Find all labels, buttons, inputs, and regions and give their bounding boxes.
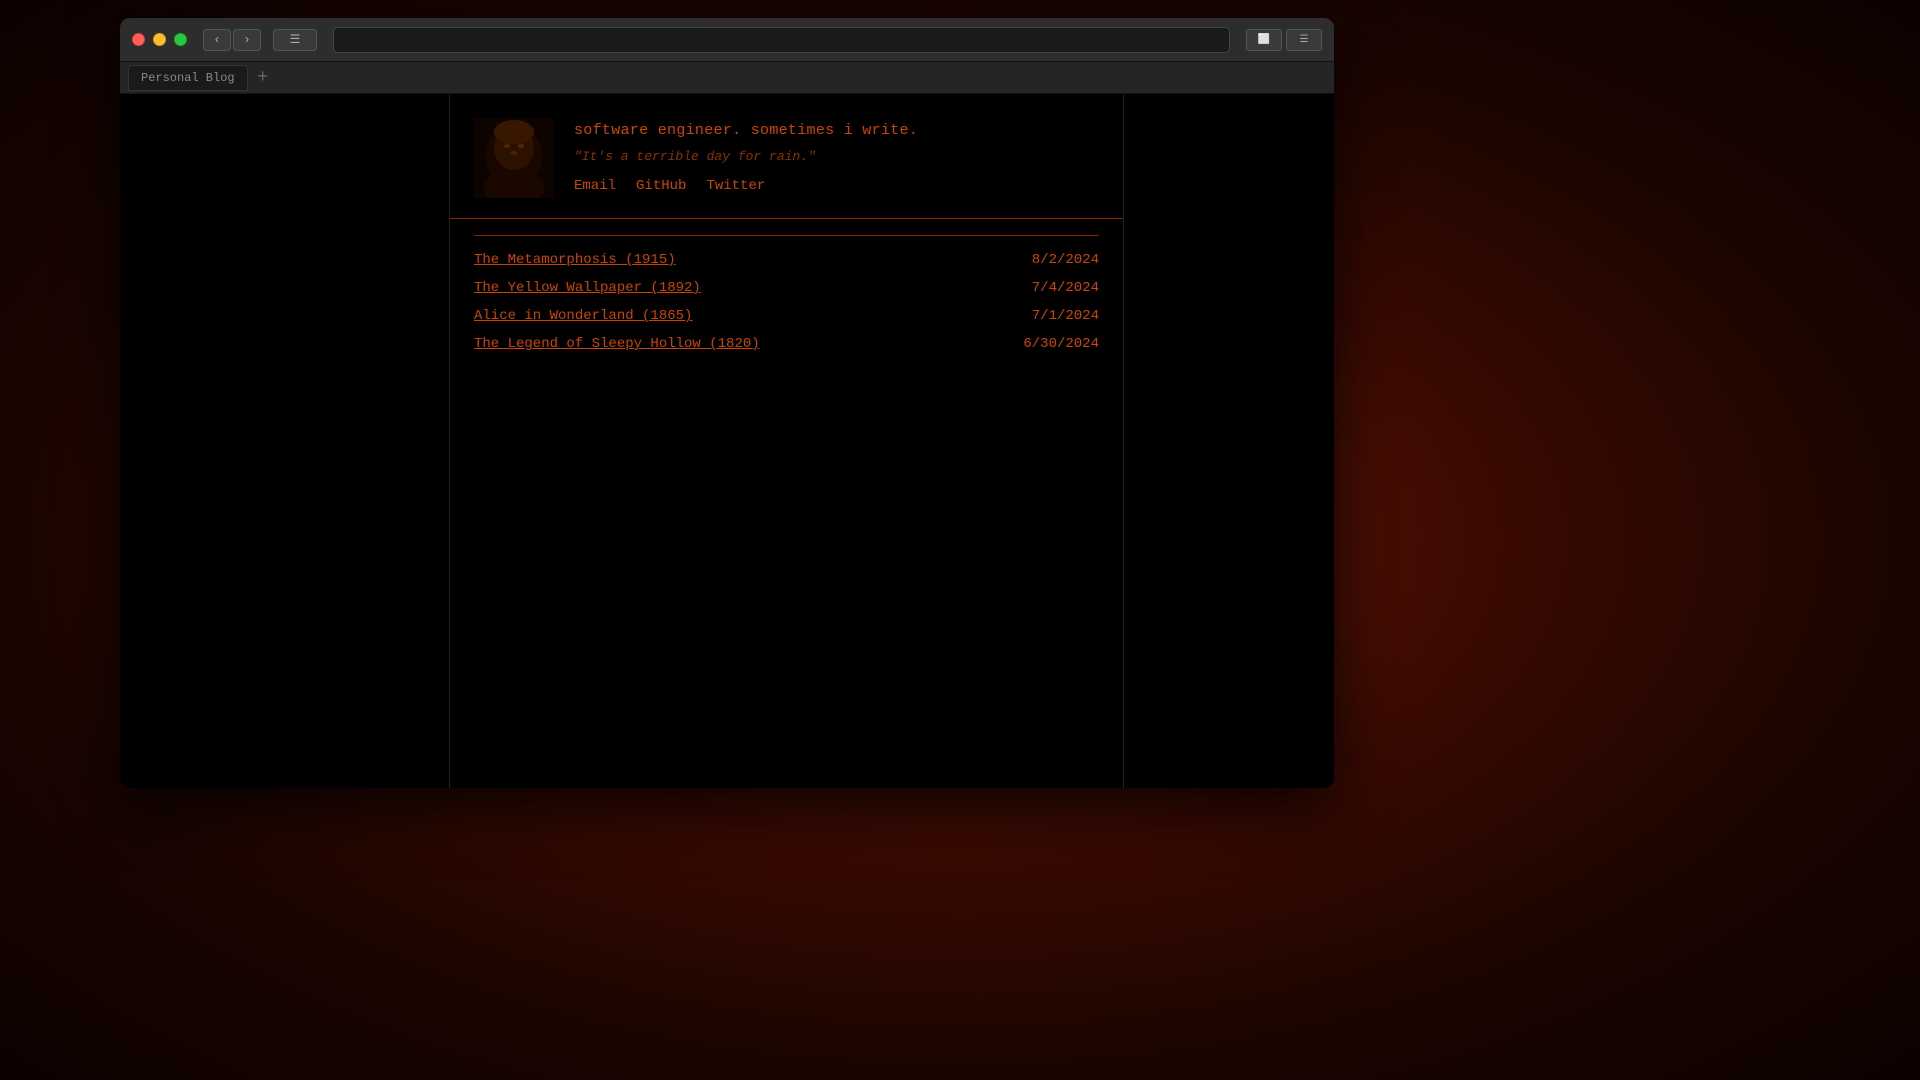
tab-bar: Personal Blog + [120, 62, 1334, 94]
nav-buttons: ‹ › [203, 29, 261, 51]
maximize-button[interactable] [174, 33, 187, 46]
share-button[interactable]: ⬜ [1246, 29, 1282, 51]
post-date-3: 6/30/2024 [1023, 336, 1099, 352]
forward-button[interactable]: › [233, 29, 261, 51]
forward-icon: › [243, 33, 250, 47]
posts-list: The Metamorphosis (1915) 8/2/2024 The Ye… [450, 219, 1123, 380]
divider [474, 235, 1099, 236]
post-item-0: The Metamorphosis (1915) 8/2/2024 [474, 252, 1099, 268]
twitter-link[interactable]: Twitter [706, 178, 765, 194]
post-item-3: The Legend of Sleepy Hollow (1820) 6/30/… [474, 336, 1099, 352]
main-panel: software engineer. sometimes i write. "I… [450, 94, 1124, 788]
post-date-1: 7/4/2024 [1032, 280, 1099, 296]
minimize-button[interactable] [153, 33, 166, 46]
right-sidebar [1124, 94, 1334, 788]
post-date-0: 8/2/2024 [1032, 252, 1099, 268]
window-controls: ⬜ ☰ [1246, 29, 1322, 51]
new-tab-button[interactable]: + [252, 67, 274, 89]
post-link-3[interactable]: The Legend of Sleepy Hollow (1820) [474, 336, 760, 352]
content-area: software engineer. sometimes i write. "I… [120, 94, 1334, 788]
social-links: Email GitHub Twitter [574, 178, 1099, 194]
active-tab[interactable]: Personal Blog [128, 65, 248, 91]
post-link-2[interactable]: Alice in Wonderland (1865) [474, 308, 692, 324]
tab-label: Personal Blog [141, 71, 235, 85]
quote: "It's a terrible day for rain." [574, 149, 1099, 164]
traffic-lights [132, 33, 187, 46]
avatar-image [474, 118, 554, 198]
left-sidebar [120, 94, 450, 788]
post-link-0[interactable]: The Metamorphosis (1915) [474, 252, 676, 268]
url-bar[interactable] [333, 27, 1230, 53]
sidebar-toggle[interactable]: ☰ [273, 29, 317, 51]
post-date-2: 7/1/2024 [1032, 308, 1099, 324]
email-link[interactable]: Email [574, 178, 616, 194]
menu-button[interactable]: ☰ [1286, 29, 1322, 51]
avatar [474, 118, 554, 198]
close-button[interactable] [132, 33, 145, 46]
post-link-1[interactable]: The Yellow Wallpaper (1892) [474, 280, 701, 296]
github-link[interactable]: GitHub [636, 178, 686, 194]
profile-header: software engineer. sometimes i write. "I… [450, 94, 1123, 219]
tagline: software engineer. sometimes i write. [574, 122, 1099, 139]
profile-info: software engineer. sometimes i write. "I… [574, 118, 1099, 194]
back-icon: ‹ [213, 33, 220, 47]
back-button[interactable]: ‹ [203, 29, 231, 51]
post-item-2: Alice in Wonderland (1865) 7/1/2024 [474, 308, 1099, 324]
post-item-1: The Yellow Wallpaper (1892) 7/4/2024 [474, 280, 1099, 296]
browser-window: ‹ › ☰ ⬜ ☰ Personal Blog + [120, 18, 1334, 788]
titlebar: ‹ › ☰ ⬜ ☰ [120, 18, 1334, 62]
sidebar-icon: ☰ [290, 32, 301, 47]
